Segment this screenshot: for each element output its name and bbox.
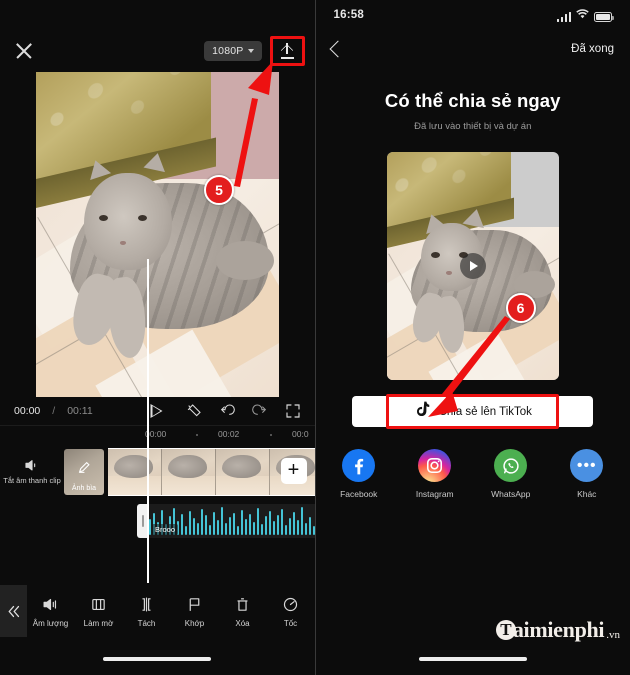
share-whatsapp[interactable]: WhatsApp (488, 449, 534, 499)
home-indicator (103, 656, 212, 661)
volume-icon (27, 595, 75, 615)
total-time: 00:11 (67, 405, 93, 417)
social-label: Khác (577, 489, 597, 499)
social-share-row: Facebook Instagram WhatsApp ••• Khác (316, 449, 630, 499)
flag-icon (171, 595, 219, 615)
tool-split[interactable]: Tách (123, 595, 171, 628)
facebook-icon (342, 449, 376, 482)
social-label: WhatsApp (491, 489, 531, 499)
mute-clip-button[interactable]: Tắt âm thanh clip (0, 458, 64, 485)
whatsapp-icon (494, 449, 528, 482)
cat-photo (35, 72, 279, 397)
page-subtitle: Đã lưu vào thiết bị và dự án (414, 121, 532, 132)
tool-blur[interactable]: Làm mờ (75, 595, 123, 628)
mute-clip-label: Tắt âm thanh clip (3, 476, 61, 486)
social-label: Facebook (340, 489, 378, 499)
step-badge-6: 6 (505, 293, 536, 323)
instagram-icon (418, 449, 452, 482)
timeline-ruler: 00:00 00:02 00:0 (0, 426, 315, 444)
tiktok-button-label: Chia sẻ lên TikTok (438, 405, 532, 418)
left-phone-screen: 1080P 5 00:00 / 00:11 00:00 00:02 00:0 T… (0, 0, 316, 675)
right-statusbar: 16:58 (316, 0, 630, 30)
share-facebook[interactable]: Facebook (336, 449, 382, 499)
tool-delete[interactable]: Xóa (219, 595, 267, 628)
done-button[interactable]: Đã xong (571, 43, 614, 55)
pencil-icon (78, 461, 91, 474)
tool-label: Khớp (184, 618, 205, 628)
social-label: Instagram (415, 489, 454, 499)
right-topbar: Đã xong (316, 30, 630, 68)
battery-icon (594, 12, 614, 22)
tool-label: Xóa (235, 618, 250, 628)
cover-image-button[interactable]: Ảnh bìa (64, 449, 104, 495)
fullscreen-icon[interactable] (285, 403, 301, 419)
tool-label: Tốc (283, 618, 298, 628)
cellular-signal-icon (556, 11, 571, 22)
trash-icon (219, 595, 267, 615)
speed-icon (267, 595, 315, 615)
wifi-icon (576, 8, 589, 22)
export-upload-icon (279, 42, 296, 60)
time-separator: / (52, 405, 56, 417)
playhead[interactable] (147, 413, 149, 583)
audio-clip-name: Brooo (152, 524, 179, 535)
volume-icon (24, 458, 40, 472)
left-statusbar (0, 0, 315, 30)
tool-volume[interactable]: Âm lượng (27, 595, 75, 628)
share-instagram[interactable]: Instagram (412, 449, 458, 499)
tool-label: Làm mờ (83, 618, 114, 628)
current-time: 00:00 (14, 405, 41, 417)
export-button[interactable] (269, 36, 305, 66)
watermark-tld: .vn (606, 629, 620, 641)
playback-controls: 00:00 / 00:11 (0, 397, 315, 426)
tool-speed[interactable]: Tốc (267, 595, 315, 628)
status-time: 16:58 (333, 9, 364, 21)
tiktok-icon (414, 401, 430, 423)
left-topbar: 1080P (0, 30, 315, 72)
chevron-left-icon[interactable] (329, 40, 346, 58)
timeline[interactable]: 00:00 00:02 00:0 Tắt âm thanh clip Ảnh b… (0, 259, 315, 611)
video-preview[interactable] (35, 72, 279, 397)
chevron-down-icon (247, 49, 254, 53)
clip-frame (162, 449, 216, 495)
redo-icon[interactable] (251, 403, 268, 419)
share-more[interactable]: ••• Khác (564, 449, 610, 499)
tool-match[interactable]: Khớp (171, 595, 219, 628)
page-title: Có thể chia sẻ ngay (384, 90, 561, 111)
collapse-toolbar-button[interactable] (0, 585, 27, 637)
ruler-label-1: 00:02 (218, 429, 240, 439)
share-to-tiktok-button[interactable]: Chia sẻ lên TikTok (352, 394, 594, 429)
add-clip-button[interactable]: + (280, 458, 307, 484)
clip-frame (108, 449, 162, 495)
tool-label: Tách (137, 618, 156, 628)
cover-image-label: Ảnh bìa (71, 485, 97, 492)
magic-wand-icon[interactable] (186, 403, 202, 419)
close-icon[interactable] (14, 41, 34, 61)
split-icon (123, 595, 171, 615)
video-track-row[interactable]: Tắt âm thanh clip Ảnh bìa + (0, 444, 315, 500)
exported-video-preview[interactable] (386, 152, 559, 380)
audio-clip[interactable]: Brooo (147, 504, 315, 538)
more-dots-icon: ••• (570, 449, 604, 482)
tool-label: Âm lượng (32, 618, 69, 628)
step-badge-5: 5 (204, 175, 234, 205)
two-phone-screenshot: 1080P 5 00:00 / 00:11 00:00 00:02 00:0 T… (0, 0, 630, 675)
undo-icon[interactable] (219, 403, 235, 419)
edit-toolbar[interactable]: Âm lượng Làm mờ Tách Khớp Xóa Tốc (0, 585, 315, 637)
home-indicator (418, 656, 527, 661)
right-phone-screen: 16:58 Đã xong Có thể chia sẻ ngay Đã lưu… (315, 0, 630, 675)
play-icon[interactable] (150, 404, 164, 418)
play-icon[interactable] (459, 253, 486, 279)
watermark: T aimienphi .vn (495, 617, 620, 643)
ruler-label-2: 00:0 (292, 429, 309, 439)
watermark-name: aimienphi (512, 617, 605, 642)
clip-frame (216, 449, 270, 495)
resolution-label: 1080P (212, 45, 244, 57)
resolution-selector[interactable]: 1080P (204, 41, 262, 61)
collapse-chevrons-icon (8, 605, 19, 617)
audio-track-row[interactable]: Brooo (0, 504, 315, 538)
blur-icon (75, 595, 123, 615)
